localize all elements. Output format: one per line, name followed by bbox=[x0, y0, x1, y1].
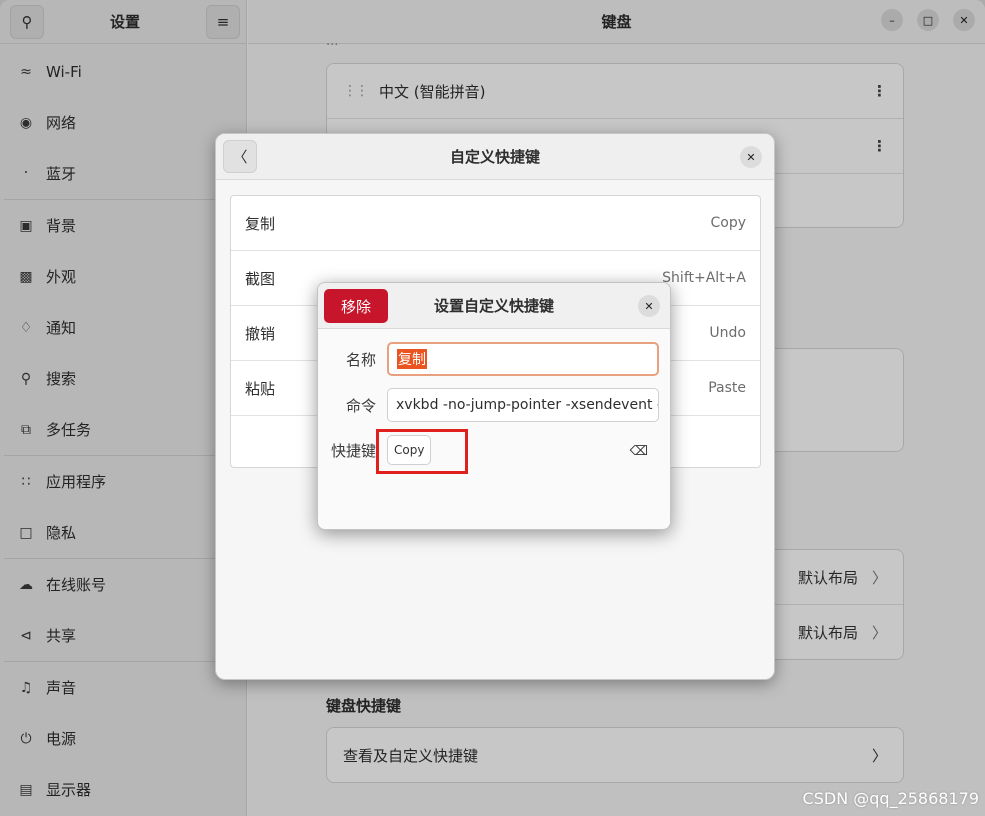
dialog-title: 设置自定义快捷键 bbox=[433, 297, 554, 315]
dialog-title: 自定义快捷键 bbox=[449, 148, 540, 166]
clear-shortcut-icon[interactable]: ⌫ bbox=[630, 444, 648, 459]
command-label: 命令 bbox=[345, 396, 376, 415]
name-label: 名称 bbox=[345, 350, 376, 369]
shortcut-name: 截图 bbox=[245, 269, 276, 288]
close-dialog-button[interactable]: ✕ bbox=[740, 146, 762, 168]
chevron-left-icon: 〈 bbox=[232, 148, 248, 166]
highlight-box bbox=[376, 429, 468, 474]
command-field-row: 命令 xvkbd -no-jump-pointer -xsendevent -t… bbox=[330, 388, 659, 422]
close-icon: ✕ bbox=[746, 150, 756, 164]
edit-shortcut-dialog: 移除 设置自定义快捷键 ✕ 名称 复制 命令 xvkbd -no-jump-po… bbox=[317, 282, 671, 530]
name-field-row: 名称 复制 bbox=[330, 342, 659, 376]
command-input[interactable]: xvkbd -no-jump-pointer -xsendevent -te bbox=[387, 388, 659, 422]
shortcut-name: 复制 bbox=[245, 214, 276, 233]
shortcut-accel: Undo bbox=[709, 325, 746, 341]
shortcut-label: 快捷键 bbox=[330, 441, 376, 460]
command-input-value: xvkbd -no-jump-pointer -xsendevent -te bbox=[396, 397, 659, 413]
shortcut-accel: Copy bbox=[710, 215, 746, 231]
shortcut-name: 粘贴 bbox=[245, 379, 276, 398]
dialog-header: 移除 设置自定义快捷键 ✕ bbox=[318, 283, 670, 329]
shortcut-row[interactable]: 复制 Copy bbox=[231, 196, 760, 251]
remove-button[interactable]: 移除 bbox=[324, 289, 388, 323]
shortcut-accel: Shift+Alt+A bbox=[662, 270, 746, 286]
shortcut-name: 撤销 bbox=[245, 324, 276, 343]
back-button[interactable]: 〈 bbox=[223, 140, 257, 173]
name-input-value: 复制 bbox=[397, 349, 427, 369]
dialog-header: 〈 自定义快捷键 ✕ bbox=[216, 134, 774, 180]
watermark: CSDN @qq_25868179 bbox=[802, 789, 979, 808]
shortcut-accel: Paste bbox=[708, 380, 746, 396]
close-dialog-button[interactable]: ✕ bbox=[638, 295, 660, 317]
close-icon: ✕ bbox=[644, 299, 654, 313]
name-input[interactable]: 复制 bbox=[387, 342, 659, 376]
